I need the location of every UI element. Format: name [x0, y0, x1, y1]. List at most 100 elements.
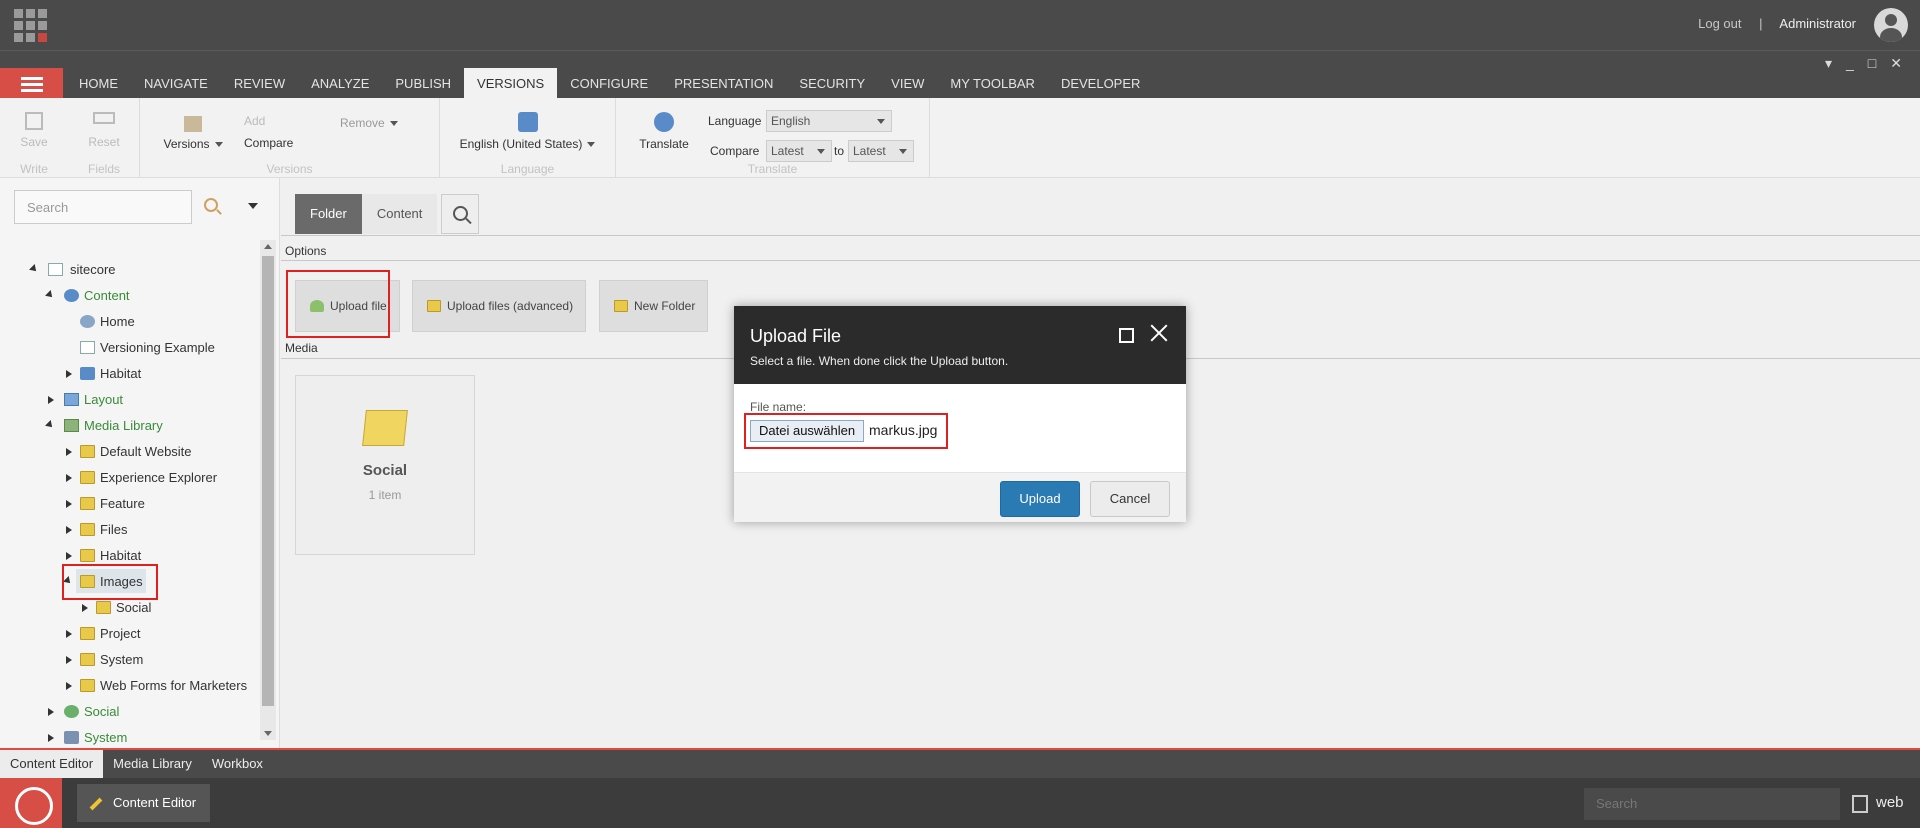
- tab-content-editor[interactable]: Content Editor: [0, 750, 104, 778]
- folder-icon: [80, 497, 95, 510]
- add-version-button[interactable]: Add: [244, 114, 265, 128]
- page-icon: [48, 263, 63, 276]
- folder-icon: [80, 549, 95, 562]
- images-highlight-box: [62, 564, 158, 600]
- database-name[interactable]: web: [1876, 794, 1904, 811]
- new-folder-button[interactable]: New Folder: [599, 280, 709, 332]
- upload-button[interactable]: Upload: [1000, 481, 1080, 517]
- tab-navigate[interactable]: NAVIGATE: [131, 68, 221, 99]
- tab-view[interactable]: VIEW: [878, 68, 937, 99]
- logout-link[interactable]: Log out: [1698, 16, 1741, 31]
- user-links: Log out | Administrator: [1698, 16, 1856, 31]
- scroll-down-icon[interactable]: [264, 731, 272, 736]
- maximize-icon[interactable]: □: [1868, 55, 1876, 72]
- add-label: Add: [244, 114, 266, 128]
- compare-from-select[interactable]: Latest: [766, 140, 832, 162]
- upload-highlight-box: [286, 270, 390, 338]
- search-icon[interactable]: [204, 198, 218, 212]
- new-folder-icon: [614, 300, 628, 312]
- menu-icon[interactable]: [0, 68, 63, 99]
- globe-icon: [64, 289, 79, 302]
- expand-icon[interactable]: [45, 420, 55, 430]
- tab-security[interactable]: SECURITY: [786, 68, 878, 99]
- reset-button[interactable]: Reset: [84, 112, 124, 149]
- scroll-thumb[interactable]: [262, 256, 274, 706]
- language-select-value: English: [771, 114, 811, 128]
- tree-label: Project: [100, 626, 141, 641]
- tab-configure[interactable]: CONFIGURE: [557, 68, 661, 99]
- sitecore-logo-icon[interactable]: [0, 778, 62, 828]
- collapse-icon[interactable]: [66, 552, 72, 560]
- tab-review[interactable]: REVIEW: [221, 68, 298, 99]
- group-language: English (United States) Language: [440, 98, 616, 178]
- language-field-label: Language: [708, 114, 762, 128]
- media-icon: [64, 419, 79, 432]
- collapse-icon[interactable]: [66, 656, 72, 664]
- minimize-icon[interactable]: _: [1846, 55, 1854, 72]
- media-tile-social[interactable]: Social 1 item: [295, 375, 475, 555]
- language-select[interactable]: English: [766, 110, 892, 132]
- pencil-icon: [89, 797, 103, 811]
- tab-workbox[interactable]: Workbox: [202, 750, 273, 778]
- cancel-button[interactable]: Cancel: [1090, 481, 1170, 517]
- editor-bottom-tabs: Content Editor Media Library Workbox: [0, 750, 1920, 778]
- folder-icon: [80, 653, 95, 666]
- tree-label: Media Library: [84, 418, 163, 433]
- tree-search-input[interactable]: Search: [14, 190, 192, 224]
- collapse-icon[interactable]: [66, 474, 72, 482]
- tree-scrollbar[interactable]: [260, 240, 276, 740]
- tab-media-library[interactable]: Media Library: [103, 750, 202, 778]
- expand-icon[interactable]: [45, 290, 55, 300]
- tab-developer[interactable]: DEVELOPER: [1048, 68, 1153, 99]
- collapse-icon[interactable]: [82, 604, 88, 612]
- tab-publish[interactable]: PUBLISH: [382, 68, 464, 99]
- tab-home[interactable]: HOME: [66, 68, 131, 99]
- tab-content[interactable]: Content: [361, 194, 438, 234]
- content-tree-panel: Search sitecore Content Home Versioning …: [0, 178, 280, 748]
- system-icon: [64, 731, 79, 744]
- tree-label: Feature: [100, 496, 145, 511]
- versions-icon: [184, 116, 202, 132]
- database-icon[interactable]: [1852, 795, 1868, 813]
- search-icon[interactable]: [441, 194, 480, 234]
- remove-version-button[interactable]: Remove: [340, 116, 398, 130]
- tab-presentation[interactable]: PRESENTATION: [661, 68, 786, 99]
- expand-icon[interactable]: [29, 264, 39, 274]
- close-icon[interactable]: ✕: [1890, 55, 1902, 72]
- editor-tabs: Folder Content: [295, 194, 480, 234]
- translate-button[interactable]: Translate: [634, 112, 694, 151]
- content-editor-app[interactable]: Content Editor: [77, 784, 211, 822]
- username[interactable]: Administrator: [1779, 16, 1856, 31]
- collapse-icon[interactable]: [66, 448, 72, 456]
- language-button[interactable]: English (United States): [440, 112, 615, 151]
- taskbar-search-input[interactable]: Search: [1584, 788, 1840, 820]
- collapse-icon[interactable]: [66, 682, 72, 690]
- tab-analyze[interactable]: ANALYZE: [298, 68, 382, 99]
- collapse-icon[interactable]: [66, 630, 72, 638]
- globe-icon: [80, 367, 95, 380]
- compare-to-select[interactable]: Latest: [848, 140, 914, 162]
- compare-button[interactable]: Compare: [244, 136, 293, 150]
- collapse-icon[interactable]: [48, 396, 54, 404]
- maximize-icon[interactable]: [1119, 328, 1134, 343]
- launchpad-icon[interactable]: [14, 9, 47, 42]
- group-versions: Versions Add Compare Remove Versions: [140, 98, 440, 178]
- versions-button[interactable]: Versions: [158, 116, 228, 151]
- tab-versions[interactable]: VERSIONS: [464, 68, 558, 99]
- save-button[interactable]: Save: [18, 112, 50, 149]
- avatar[interactable]: [1874, 8, 1908, 42]
- folder-icon: [96, 601, 111, 614]
- chevron-down-icon[interactable]: [248, 203, 258, 209]
- collapse-icon[interactable]: [48, 734, 54, 742]
- dropdown-icon[interactable]: ▾: [1825, 55, 1832, 72]
- tree-label: Layout: [84, 392, 124, 407]
- collapse-icon[interactable]: [66, 370, 72, 378]
- upload-advanced-button[interactable]: Upload files (advanced): [412, 280, 587, 332]
- collapse-icon[interactable]: [66, 500, 72, 508]
- scroll-up-icon[interactable]: [264, 244, 272, 249]
- close-icon[interactable]: [1148, 322, 1170, 344]
- tab-folder[interactable]: Folder: [295, 194, 362, 234]
- collapse-icon[interactable]: [66, 526, 72, 534]
- tab-my-toolbar[interactable]: MY TOOLBAR: [937, 68, 1048, 99]
- collapse-icon[interactable]: [48, 708, 54, 716]
